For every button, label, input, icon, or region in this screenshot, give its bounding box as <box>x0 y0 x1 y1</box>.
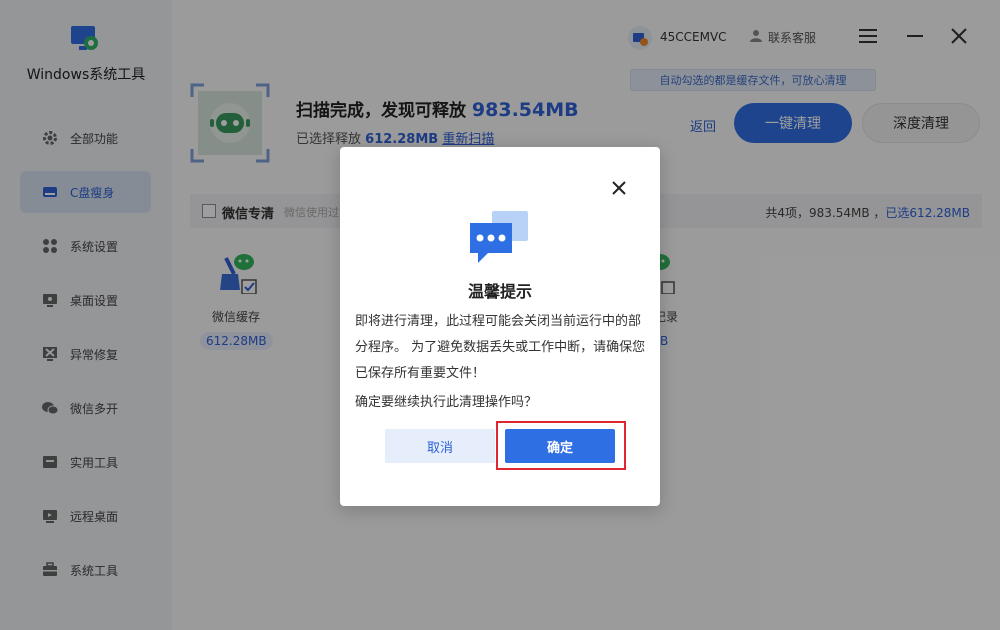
dialog-close-button[interactable] <box>608 177 630 199</box>
dialog-body: 即将进行清理，此过程可能会关闭当前运行中的部分程序。 为了避免数据丢失或工作中断… <box>355 314 646 381</box>
dialog-title: 温馨提示 <box>467 282 532 301</box>
chat-bubble-icon <box>470 211 528 263</box>
confirm-button[interactable]: 确定 <box>505 429 615 463</box>
dialog-question: 确定要继续执行此清理操作吗？ <box>355 395 538 410</box>
close-icon <box>612 181 626 195</box>
cancel-button[interactable]: 取消 <box>385 429 495 463</box>
confirm-dialog: 温馨提示 即将进行清理，此过程可能会关闭当前运行中的部分程序。 为了避免数据丢失… <box>340 147 660 506</box>
